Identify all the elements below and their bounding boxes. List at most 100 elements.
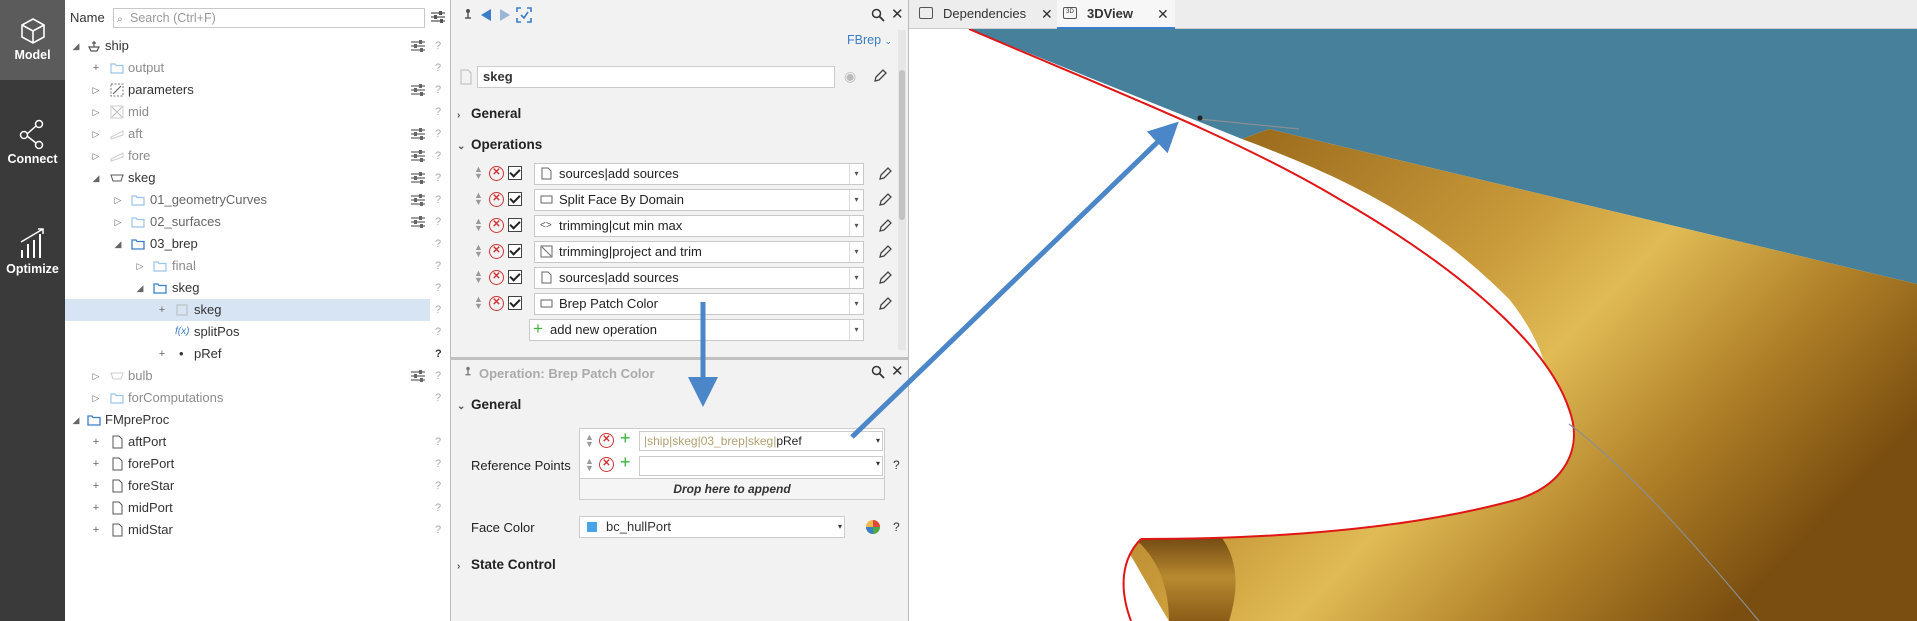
tree-item-skeg[interactable]: ◢ skeg ? (65, 167, 450, 189)
settings-sliders-icon[interactable] (411, 172, 425, 184)
detail-general-header[interactable]: ⌄ General (457, 397, 521, 412)
operation-row[interactable]: ▲ ▼ ✕ sources|add sources ▾ (451, 267, 892, 289)
help-icon[interactable]: ? (435, 497, 441, 519)
edit-pencil-icon[interactable] (877, 192, 893, 208)
settings-sliders-icon[interactable] (411, 216, 425, 228)
expand-toggle-icon[interactable]: ▷ (91, 79, 101, 101)
expand-toggle-icon[interactable]: + (91, 519, 101, 541)
help-icon[interactable]: ? (435, 79, 441, 101)
search-icon[interactable] (871, 365, 885, 379)
remove-operation-icon[interactable]: ✕ (489, 270, 504, 285)
collapse-toggle-icon[interactable]: ◢ (113, 233, 123, 255)
collapse-toggle-icon[interactable]: ◢ (135, 277, 145, 299)
tab-dependencies[interactable]: Dependencies ✕ (913, 0, 1055, 29)
settings-sliders-icon[interactable] (411, 194, 425, 206)
settings-sliders-icon[interactable] (411, 128, 425, 140)
reference-point-marker[interactable] (1197, 115, 1203, 121)
forward-arrow-icon[interactable] (498, 8, 512, 22)
locate-icon[interactable] (516, 7, 532, 23)
remove-operation-icon[interactable]: ✕ (489, 244, 504, 259)
help-icon[interactable]: ? (435, 57, 441, 79)
help-icon[interactable]: ? (435, 123, 441, 145)
tree-item-aft[interactable]: ▷ aft ? (65, 123, 450, 145)
reorder-handle-icon[interactable]: ▲ ▼ (585, 457, 595, 473)
close-icon[interactable]: ✕ (891, 362, 904, 380)
dropdown-arrow-icon[interactable]: ▾ (849, 294, 863, 314)
search-icon[interactable] (871, 8, 885, 22)
expand-toggle-icon[interactable]: + (91, 497, 101, 519)
operation-select[interactable]: sources|add sources ▾ (534, 267, 864, 289)
tree-item-midport[interactable]: + midPort ? (65, 497, 450, 519)
dropdown-arrow-icon[interactable]: ▾ (849, 320, 863, 340)
tree-item-forcomputations[interactable]: ▷ forComputations ? (65, 387, 450, 409)
tree-item-midstar[interactable]: + midStar ? (65, 519, 450, 541)
help-icon[interactable]: ? (893, 458, 900, 472)
operation-select[interactable]: Split Face By Domain ▾ (534, 189, 864, 211)
expand-toggle-icon[interactable]: + (91, 453, 101, 475)
expand-toggle-icon[interactable]: + (91, 431, 101, 453)
state-control-header[interactable]: › State Control (457, 557, 556, 572)
expand-toggle-icon[interactable]: ▷ (91, 145, 101, 167)
tree-item-parameters[interactable]: ▷ parameters ? (65, 79, 450, 101)
ops-scrollbar[interactable] (898, 30, 906, 350)
dropdown-arrow-icon[interactable]: ▾ (849, 190, 863, 210)
expand-toggle-icon[interactable]: ▷ (135, 255, 145, 277)
dropdown-arrow-icon[interactable]: ▾ (849, 268, 863, 288)
tree-item-aftport[interactable]: + aftPort ? (65, 431, 450, 453)
dropdown-arrow-icon[interactable]: ▾ (849, 242, 863, 262)
expand-toggle-icon[interactable]: + (91, 57, 101, 79)
help-icon[interactable]: ? (435, 233, 441, 255)
settings-sliders-icon[interactable] (411, 150, 425, 162)
close-tab-icon[interactable]: ✕ (1041, 0, 1053, 28)
help-icon[interactable]: ? (893, 520, 900, 534)
help-icon[interactable]: ? (435, 299, 441, 321)
help-icon[interactable]: ? (435, 519, 441, 541)
help-icon[interactable]: ? (435, 475, 441, 497)
tree-item-skeg-brep-selected[interactable]: + skeg (65, 299, 430, 321)
tree-item-final[interactable]: ▷ final ? (65, 255, 450, 277)
tree-item-output[interactable]: + output ? (65, 57, 450, 79)
help-icon[interactable]: ? (435, 211, 441, 233)
edit-pencil-icon[interactable] (877, 296, 893, 312)
help-icon[interactable]: ? (435, 277, 441, 299)
ops-scrollbar-thumb[interactable] (899, 70, 905, 220)
tree-item-ship[interactable]: ◢ ship ? (65, 35, 450, 57)
reference-point-field[interactable]: |ship|skeg|03_brep|skeg|pRef ▾ (639, 431, 883, 451)
mode-model-button[interactable]: Model (0, 0, 65, 80)
tree-search-input[interactable]: ⌕ Search (Ctrl+F) (113, 8, 425, 28)
color-picker-icon[interactable] (865, 519, 881, 535)
back-arrow-icon[interactable] (479, 8, 493, 22)
tree-item-skeg-folder[interactable]: ◢ skeg ? (65, 277, 450, 299)
face-color-select[interactable]: bc_hullPort ▾ (579, 516, 845, 538)
expand-toggle-icon[interactable]: + (91, 475, 101, 497)
mode-optimize-button[interactable]: Optimize (0, 226, 65, 288)
filter-settings-icon[interactable] (430, 10, 446, 24)
reference-point-empty-field[interactable]: ▾ (639, 456, 883, 476)
edit-pencil-icon[interactable] (877, 244, 893, 260)
reorder-handle-icon[interactable]: ▲ ▼ (474, 269, 484, 285)
operation-row[interactable]: ▲ ▼ ✕ Split Face By Domain ▾ (451, 189, 893, 211)
help-icon[interactable]: ? (435, 167, 441, 189)
tree-item-pref[interactable]: + • pRef ? (65, 343, 450, 365)
help-icon[interactable]: ? (435, 365, 441, 387)
reorder-handle-icon[interactable]: ▲ ▼ (474, 243, 484, 259)
help-icon[interactable]: ? (435, 387, 441, 409)
enable-operation-checkbox[interactable] (508, 244, 522, 258)
enable-operation-checkbox[interactable] (508, 218, 522, 232)
remove-operation-icon[interactable]: ✕ (489, 166, 504, 181)
tree-item-surfaces[interactable]: ▷ 02_surfaces ? (65, 211, 450, 233)
object-type-dropdown[interactable]: FBrep ⌄ (847, 33, 892, 47)
expand-toggle-icon[interactable]: ▷ (113, 189, 123, 211)
help-icon[interactable]: ? (435, 101, 441, 123)
operation-row[interactable]: ▲ ▼ ✕ <> trimming|cut min max ▾ (451, 215, 892, 237)
add-item-icon[interactable]: + (620, 428, 631, 449)
edit-pencil-icon[interactable] (877, 166, 893, 182)
hull-render[interactable] (909, 29, 1917, 621)
tree-item-brep[interactable]: ◢ 03_brep ? (65, 233, 450, 255)
expand-toggle-icon[interactable]: + (157, 343, 167, 365)
dropdown-arrow-icon[interactable]: ▾ (876, 459, 880, 468)
help-icon[interactable]: ? (435, 453, 441, 475)
collapse-toggle-icon[interactable]: ◢ (71, 35, 81, 57)
enable-operation-checkbox[interactable] (508, 192, 522, 206)
tree-item-bulb[interactable]: ▷ bulb ? (65, 365, 450, 387)
